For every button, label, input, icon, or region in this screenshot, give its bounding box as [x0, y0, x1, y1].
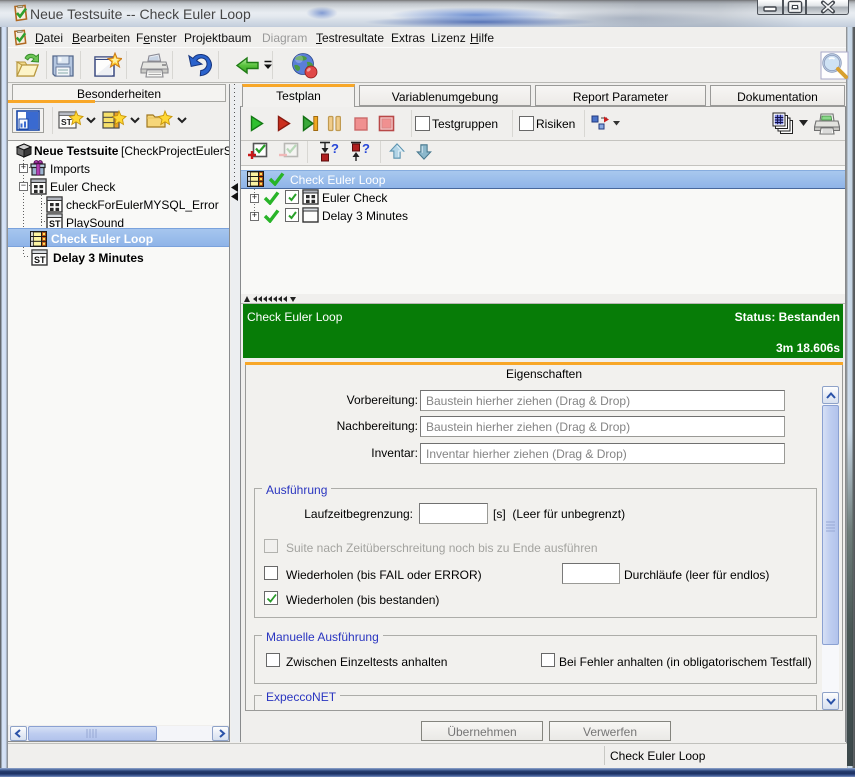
- svg-text:?: ?: [362, 141, 370, 156]
- svg-text:?: ?: [331, 141, 339, 156]
- svg-text:ST: ST: [61, 117, 73, 127]
- svg-text:ST: ST: [34, 255, 46, 265]
